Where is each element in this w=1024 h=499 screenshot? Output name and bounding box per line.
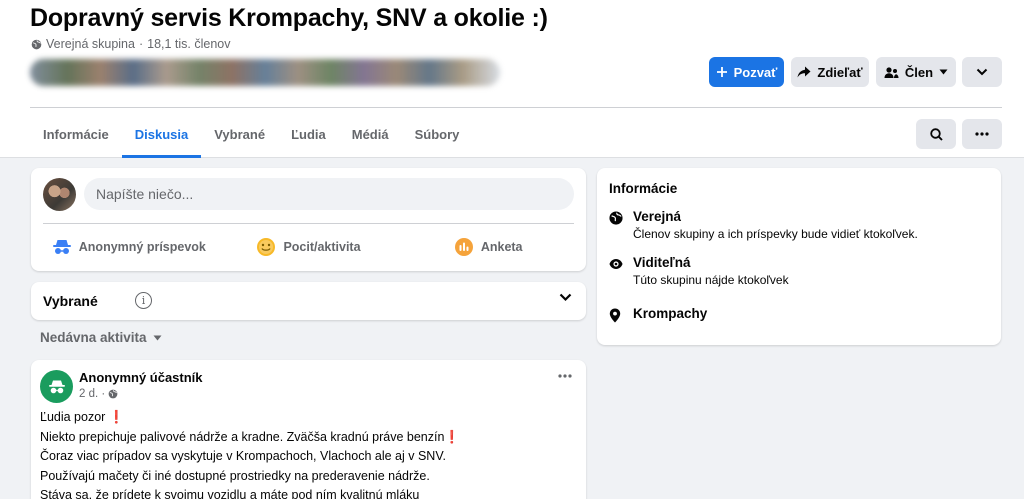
about-title: Informácie (609, 181, 678, 196)
post-line: Čoraz viac prípadov sa vyskytuje v Kromp… (40, 449, 446, 463)
post-text: Niekto prepichuje palivové nádrže a krad… (40, 429, 445, 444)
composer-divider (43, 223, 574, 224)
chevron-down-icon (976, 68, 988, 76)
post-card: Anonymný účastník 2 d. · Ľudia pozor ❗ N… (31, 360, 586, 499)
exclamation-icon: ❗ (444, 429, 460, 444)
member-label: Člen (904, 64, 934, 80)
caret-down-icon (939, 69, 948, 75)
tab-media[interactable]: Médiá (339, 110, 402, 158)
user-avatar[interactable] (43, 178, 76, 211)
invite-label: Pozvať (733, 64, 778, 80)
header-dropdown-button[interactable] (962, 57, 1002, 87)
search-button[interactable] (916, 119, 956, 149)
invite-button[interactable]: Pozvať (709, 57, 784, 87)
about-card: Informácie Verejná Členov skupiny a ich … (597, 168, 1001, 345)
composer-input[interactable]: Napíšte niečo... (84, 178, 574, 210)
group-tabs: Informácie Diskusia Vybrané Ľudia Médiá … (30, 110, 472, 158)
members-icon (884, 66, 899, 78)
info-row-visible: Viditeľná Túto skupinu nájde ktokoľvek (609, 255, 789, 287)
visible-title: Viditeľná (633, 255, 691, 270)
composer-actions: Anonymný príspevok Pocit/aktivita Anketa (39, 230, 578, 264)
info-row-public: Verejná Členov skupiny a ich príspevky b… (609, 209, 918, 241)
member-avatars-strip[interactable] (30, 59, 500, 86)
member-count[interactable]: 18,1 tis. členov (147, 37, 230, 51)
anonymous-icon (52, 240, 71, 254)
exclamation-icon: ❗ (108, 410, 125, 424)
tab-vybrane[interactable]: Vybrané (201, 110, 278, 158)
sort-dropdown[interactable]: Nedávna aktivita (40, 330, 162, 345)
featured-section[interactable]: Vybrané i (31, 282, 586, 320)
group-privacy[interactable]: Verejná skupina (46, 37, 135, 51)
meta-separator: · (138, 37, 144, 51)
eye-icon (609, 259, 623, 269)
post-composer: Napíšte niečo... Anonymný príspevok Poci… (31, 168, 586, 271)
post-line: Ľudia pozor ❗ (40, 408, 580, 428)
caret-down-icon (153, 335, 162, 340)
more-options-button[interactable] (962, 119, 1002, 149)
post-body: Ľudia pozor ❗ Niekto prepichuje palivové… (40, 408, 580, 499)
post-line: Používajú mačety či iné dostupné prostri… (40, 468, 430, 483)
poll-button[interactable]: Anketa (398, 230, 578, 264)
globe-icon (609, 211, 623, 225)
smiley-icon (257, 238, 276, 256)
feeling-activity-button[interactable]: Pocit/aktivita (219, 230, 399, 264)
globe-icon (108, 389, 118, 399)
sort-label: Nedávna aktivita (40, 330, 147, 345)
location-name[interactable]: Krompachy (633, 306, 707, 321)
tab-diskusia[interactable]: Diskusia (121, 110, 202, 158)
group-title: Dopravný servis Krompachy, SNV a okolie … (30, 4, 548, 32)
post-line: Niekto prepichuje palivové nádrže a krad… (40, 428, 580, 448)
share-button[interactable]: Zdieľať (791, 57, 869, 87)
public-title: Verejná (633, 209, 682, 224)
tab-ludia[interactable]: Ľudia (278, 110, 339, 158)
anonymous-post-label: Anonymný príspevok (78, 240, 206, 254)
member-button[interactable]: Člen (876, 57, 956, 87)
chevron-down-icon[interactable] (559, 293, 572, 302)
poll-label: Anketa (480, 240, 523, 254)
post-meta: 2 d. · (79, 388, 118, 400)
share-arrow-icon (797, 66, 811, 77)
post-author[interactable]: Anonymný účastník (79, 370, 203, 385)
anonymous-avatar[interactable] (40, 370, 73, 403)
info-icon[interactable]: i (135, 292, 152, 309)
share-label: Zdieľať (817, 64, 863, 80)
anonymous-post-button[interactable]: Anonymný príspevok (39, 230, 219, 264)
feeling-activity-label: Pocit/aktivita (283, 240, 361, 254)
tab-subory[interactable]: Súbory (402, 110, 473, 158)
tab-informacie[interactable]: Informácie (30, 110, 122, 158)
more-dots-icon (975, 132, 989, 136)
anonymous-icon (48, 380, 65, 393)
header-divider (30, 107, 1002, 108)
post-timestamp[interactable]: 2 d. · (79, 388, 105, 400)
post-line: Stáva sa, že prídete k svojmu vozidlu a … (40, 488, 420, 499)
globe-icon (31, 39, 42, 49)
visible-description: Túto skupinu nájde ktokoľvek (633, 273, 789, 287)
post-text: Ľudia pozor (40, 410, 106, 424)
plus-icon (716, 67, 727, 77)
group-meta: Verejná skupina · 18,1 tis. členov (31, 37, 231, 51)
more-dots-icon[interactable] (558, 374, 572, 378)
search-icon (929, 127, 943, 141)
group-header: Dopravný servis Krompachy, SNV a okolie … (0, 0, 1024, 158)
featured-label: Vybrané (43, 293, 98, 309)
location-pin-icon (609, 308, 621, 323)
info-row-location: Krompachy (609, 306, 707, 328)
public-description: Členov skupiny a ich príspevky bude vidi… (633, 227, 918, 241)
poll-icon (454, 238, 473, 256)
